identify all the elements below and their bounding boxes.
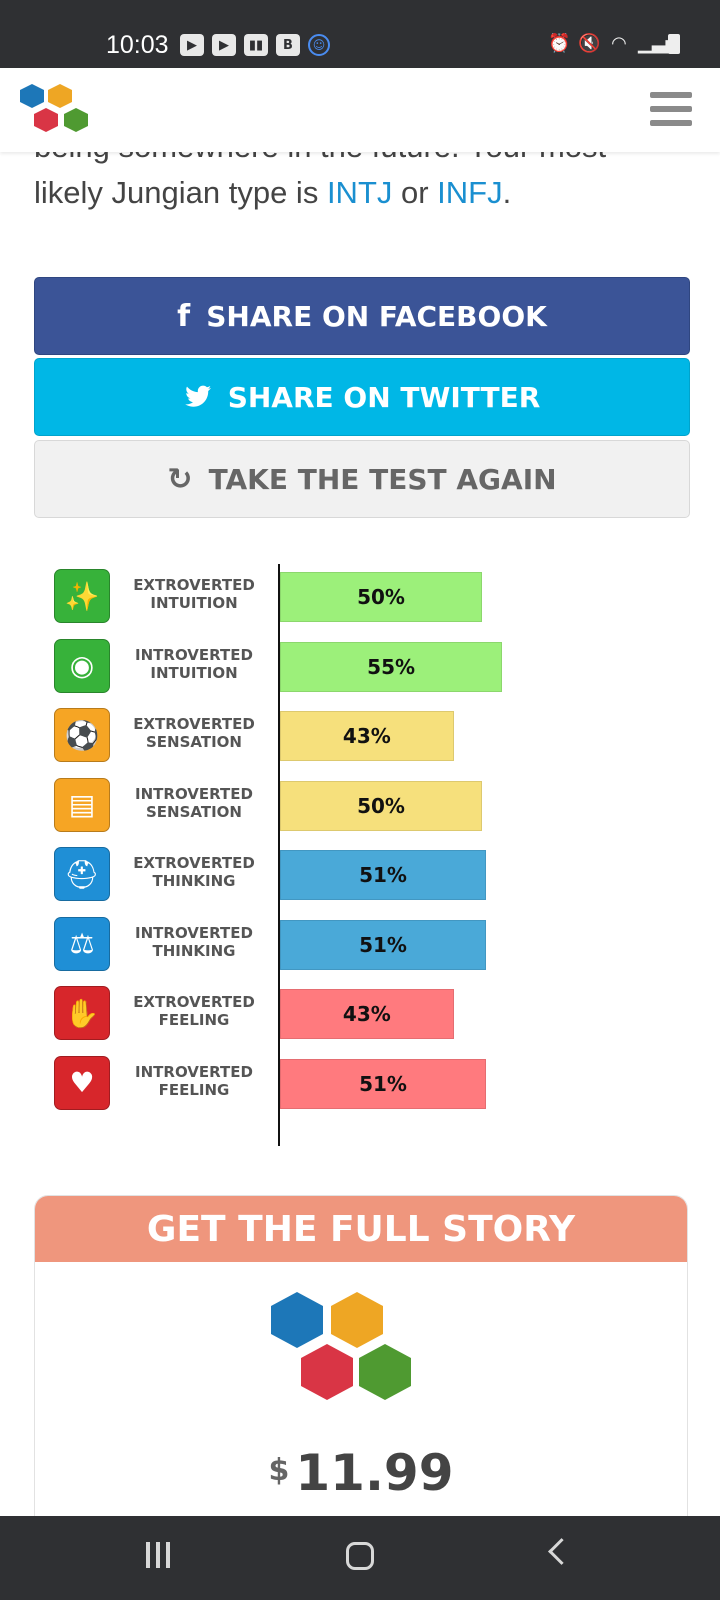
chart-row: ♥ INTROVERTED FEELING 51% [34, 1047, 688, 1117]
card-title: GET THE FULL STORY [35, 1196, 687, 1262]
value-label: 43% [342, 1002, 391, 1026]
category-label: INTROVERTED THINKING [135, 923, 253, 960]
chart-row: ◉ INTROVERTED INTUITION 55% [34, 630, 688, 700]
cognitive-functions-chart: ✨ EXTROVERTED INTUITION 50% ◉ INTROVERTED IN… [34, 560, 688, 1146]
youtube-icon: ▶ [212, 34, 236, 56]
menu-button[interactable] [650, 92, 692, 126]
battery-icon [668, 34, 680, 54]
share-twitter-label: SHARE ON TWITTER [227, 380, 541, 414]
system-nav-bar [0, 1516, 720, 1600]
status-bar: 10:03 ▶ ▶ ▮▮ B ☺ ⏰ 🔇 ◠ ▁▃▅ [0, 0, 720, 68]
category-label: EXTROVERTED SENSATION [133, 715, 255, 751]
back-button[interactable] [548, 1538, 575, 1565]
retake-test-button[interactable]: ↻ TAKE THE TEST AGAIN [34, 440, 690, 518]
value-label: 50% [357, 585, 405, 609]
home-button[interactable] [346, 1542, 374, 1570]
share-facebook-label: SHARE ON FACEBOOK [206, 299, 547, 333]
value-label: 51% [359, 1071, 407, 1096]
magic-wand-icon: ✨ [54, 569, 110, 623]
price: $11.99 [35, 1444, 687, 1502]
result-suffix: . [502, 175, 512, 210]
value-bar: 43% [280, 989, 454, 1039]
retake-test-label: TAKE THE TEST AGAIN [208, 462, 557, 496]
value-label: 50% [357, 793, 405, 818]
alarm-icon: ⏰ [548, 33, 571, 54]
recent-bar [156, 1542, 160, 1568]
handshake-icon: ✋ [54, 986, 110, 1040]
result-prefix: likely Jungian type is [34, 175, 327, 210]
value-bar: 55% [280, 641, 503, 692]
chart-row: ✨ EXTROVERTED INTUITION 50% [34, 560, 688, 630]
share-facebook-button[interactable]: f SHARE ON FACEBOOK [34, 277, 690, 355]
value-label: 51% [359, 863, 407, 887]
twitch-icon: ▮▮ [244, 34, 268, 56]
value-bar: 51% [280, 919, 487, 970]
mute-icon: 🔇 [578, 33, 601, 54]
chart-row: ⚖ INTROVERTED THINKING 51% [34, 908, 688, 978]
heart-icon: ♥ [54, 1055, 110, 1110]
refresh-icon: ↻ [167, 461, 193, 497]
facebook-icon: f [177, 298, 191, 334]
intj-link[interactable]: INTJ [327, 175, 392, 210]
full-story-card: GET THE FULL STORY $11.99 [34, 1195, 688, 1517]
category-label: INTROVERTED FEELING [135, 1062, 253, 1099]
system-icons: ⏰ 🔇 ◠ ▁▃▅ [548, 33, 680, 55]
value-label: 55% [367, 654, 416, 679]
value-bar: 51% [280, 850, 487, 900]
status-time: 10:03 [106, 31, 169, 59]
value-bar: 51% [280, 1058, 487, 1109]
category-label: EXTROVERTED THINKING [133, 854, 255, 890]
result-or: or [392, 175, 438, 210]
recent-apps-button[interactable] [146, 1542, 174, 1570]
value-label: 43% [342, 724, 391, 748]
menu-line [650, 120, 692, 126]
value-bar: 50% [280, 780, 482, 831]
category-label: EXTROVERTED FEELING [133, 993, 255, 1029]
twitter-icon [184, 385, 211, 407]
notification-icons: ▶ ▶ ▮▮ B ☺ [180, 33, 330, 57]
price-amount: 11.99 [295, 1444, 454, 1502]
infj-link[interactable]: INFJ [437, 175, 502, 210]
share-twitter-button[interactable]: SHARE ON TWITTER [34, 358, 690, 436]
b-app-icon: B [276, 34, 300, 56]
value-label: 51% [359, 932, 407, 957]
book-icon: ▤ [54, 777, 110, 832]
product-logo [271, 1292, 411, 1400]
value-bar: 50% [280, 572, 482, 622]
hard-hat-icon: ⛑ [54, 847, 110, 901]
recent-bar [166, 1542, 170, 1568]
soccer-ball-icon: ⚽ [54, 708, 110, 762]
chart-row: ⚽ EXTROVERTED SENSATION 43% [34, 699, 688, 769]
youtube-icon: ▶ [180, 34, 204, 56]
category-label: INTROVERTED INTUITION [135, 645, 253, 682]
chart-row: ▤ INTROVERTED SENSATION 50% [34, 769, 688, 839]
price-currency: $ [268, 1453, 290, 1488]
scales-icon: ⚖ [54, 916, 110, 971]
recent-bar [146, 1542, 150, 1568]
signal-icon: ▁▃▅ [638, 33, 680, 54]
chart-row: ✋ EXTROVERTED FEELING 43% [34, 977, 688, 1047]
category-label: EXTROVERTED INTUITION [133, 576, 255, 612]
menu-line [650, 92, 692, 98]
value-bar: 43% [280, 711, 454, 761]
site-logo[interactable] [16, 80, 98, 140]
chart-row: ⛑ EXTROVERTED THINKING 51% [34, 838, 688, 908]
site-header [0, 68, 720, 152]
crystal-ball-icon: ◉ [54, 638, 110, 693]
wifi-icon: ◠ [611, 33, 627, 54]
smiley-icon: ☺ [308, 34, 330, 56]
category-label: INTROVERTED SENSATION [135, 784, 253, 821]
menu-line [650, 106, 692, 112]
